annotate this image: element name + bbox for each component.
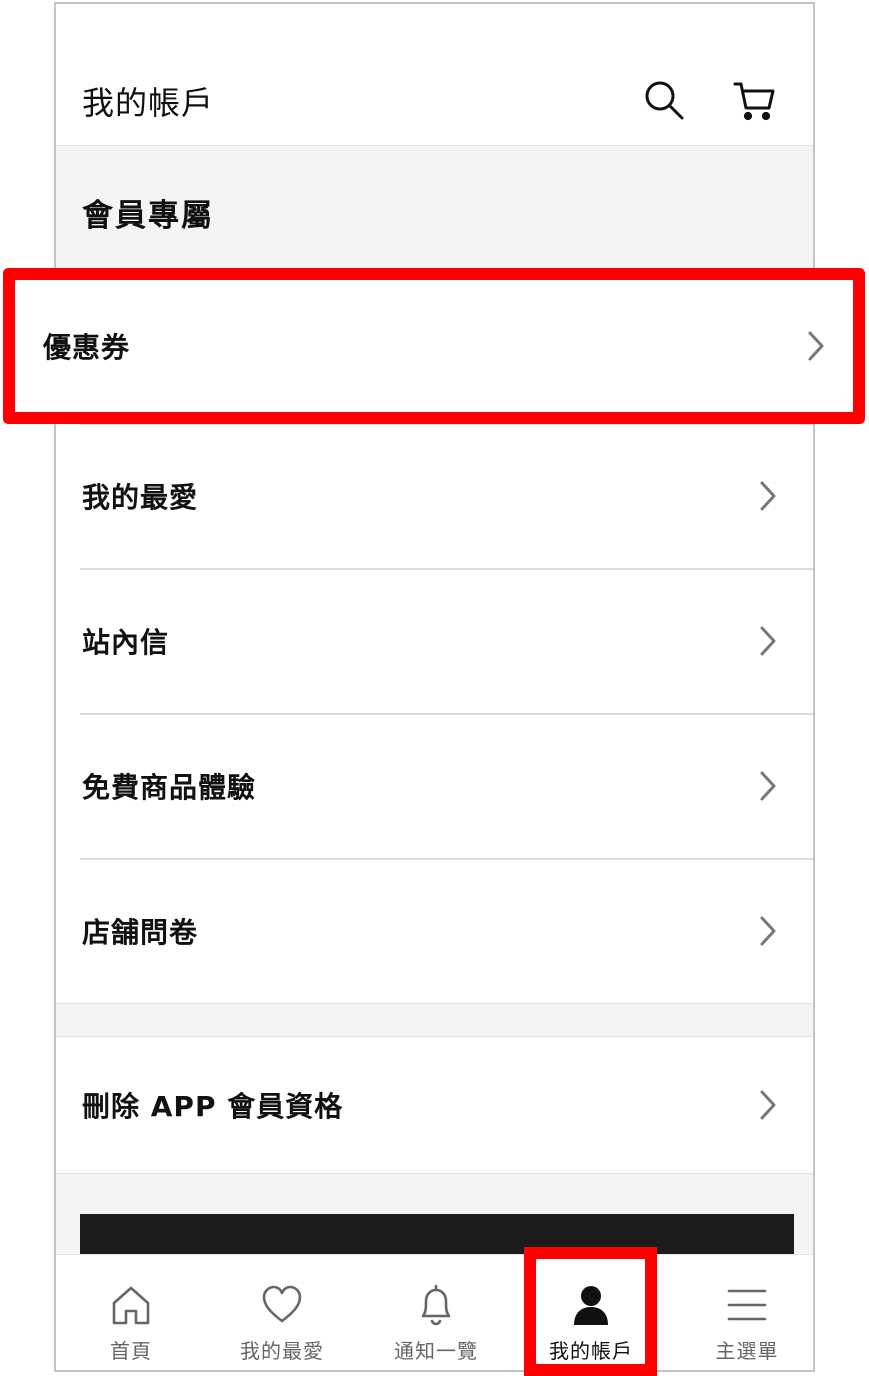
nav-item-favorites[interactable]: 我的最愛 <box>207 1255 357 1370</box>
heart-icon <box>260 1283 304 1327</box>
menu-item-label: 店舗問卷 <box>82 915 199 949</box>
chevron-right-icon <box>757 769 779 803</box>
nav-item-home[interactable]: 首頁 <box>56 1255 206 1370</box>
nav-label: 主選單 <box>715 1339 779 1363</box>
nav-item-account[interactable]: 我的帳戶 <box>516 1255 666 1370</box>
nav-label: 我的最愛 <box>240 1339 324 1363</box>
menu-item-coupon[interactable]: 優惠券 <box>3 268 865 424</box>
chevron-right-icon <box>757 624 779 658</box>
menu-item-label: 優惠券 <box>43 331 131 364</box>
chevron-right-icon <box>757 914 779 948</box>
menu-item-delete-membership[interactable]: 刪除 APP 會員資格 <box>56 1037 813 1173</box>
nav-label: 我的帳戶 <box>549 1339 633 1363</box>
menu-item-store-survey[interactable]: 店舗問卷 <box>56 858 813 1003</box>
chevron-right-icon <box>805 329 827 363</box>
menu-icon <box>725 1283 769 1327</box>
user-icon <box>569 1283 613 1327</box>
bottom-nav: 首頁 我的最愛 通知一覽 我的帳戶 主選單 <box>56 1254 813 1370</box>
menu-item-label: 刪除 APP 會員資格 <box>82 1090 344 1123</box>
menu-item-label: 免費商品體驗 <box>82 770 257 804</box>
chevron-right-icon <box>757 479 779 513</box>
menu-item-messages[interactable]: 站內信 <box>56 568 813 713</box>
chevron-right-icon <box>757 1088 779 1122</box>
menu-item-favorites[interactable]: 我的最愛 <box>56 423 813 568</box>
nav-item-main-menu[interactable]: 主選單 <box>672 1255 813 1370</box>
menu-item-label: 我的最愛 <box>82 480 199 514</box>
phone-screen: 我的帳戶 會員專屬 我的最愛 站內信 免費商品體驗 店舗問卷 刪除 APP 會員… <box>54 2 815 1372</box>
cart-icon[interactable] <box>732 78 776 122</box>
nav-item-notifications[interactable]: 通知一覽 <box>361 1255 511 1370</box>
bell-icon <box>414 1283 458 1327</box>
home-icon <box>109 1283 153 1327</box>
nav-label: 首頁 <box>110 1339 152 1363</box>
account-actions-list: 刪除 APP 會員資格 <box>56 1036 813 1174</box>
search-icon[interactable] <box>642 78 686 122</box>
menu-item-label: 站內信 <box>82 625 170 659</box>
nav-label: 通知一覽 <box>394 1339 478 1363</box>
section-heading-members: 會員專屬 <box>82 198 214 234</box>
page-title: 我的帳戶 <box>82 84 215 122</box>
menu-item-free-trial[interactable]: 免費商品體驗 <box>56 713 813 858</box>
app-header: 我的帳戶 <box>56 4 813 146</box>
